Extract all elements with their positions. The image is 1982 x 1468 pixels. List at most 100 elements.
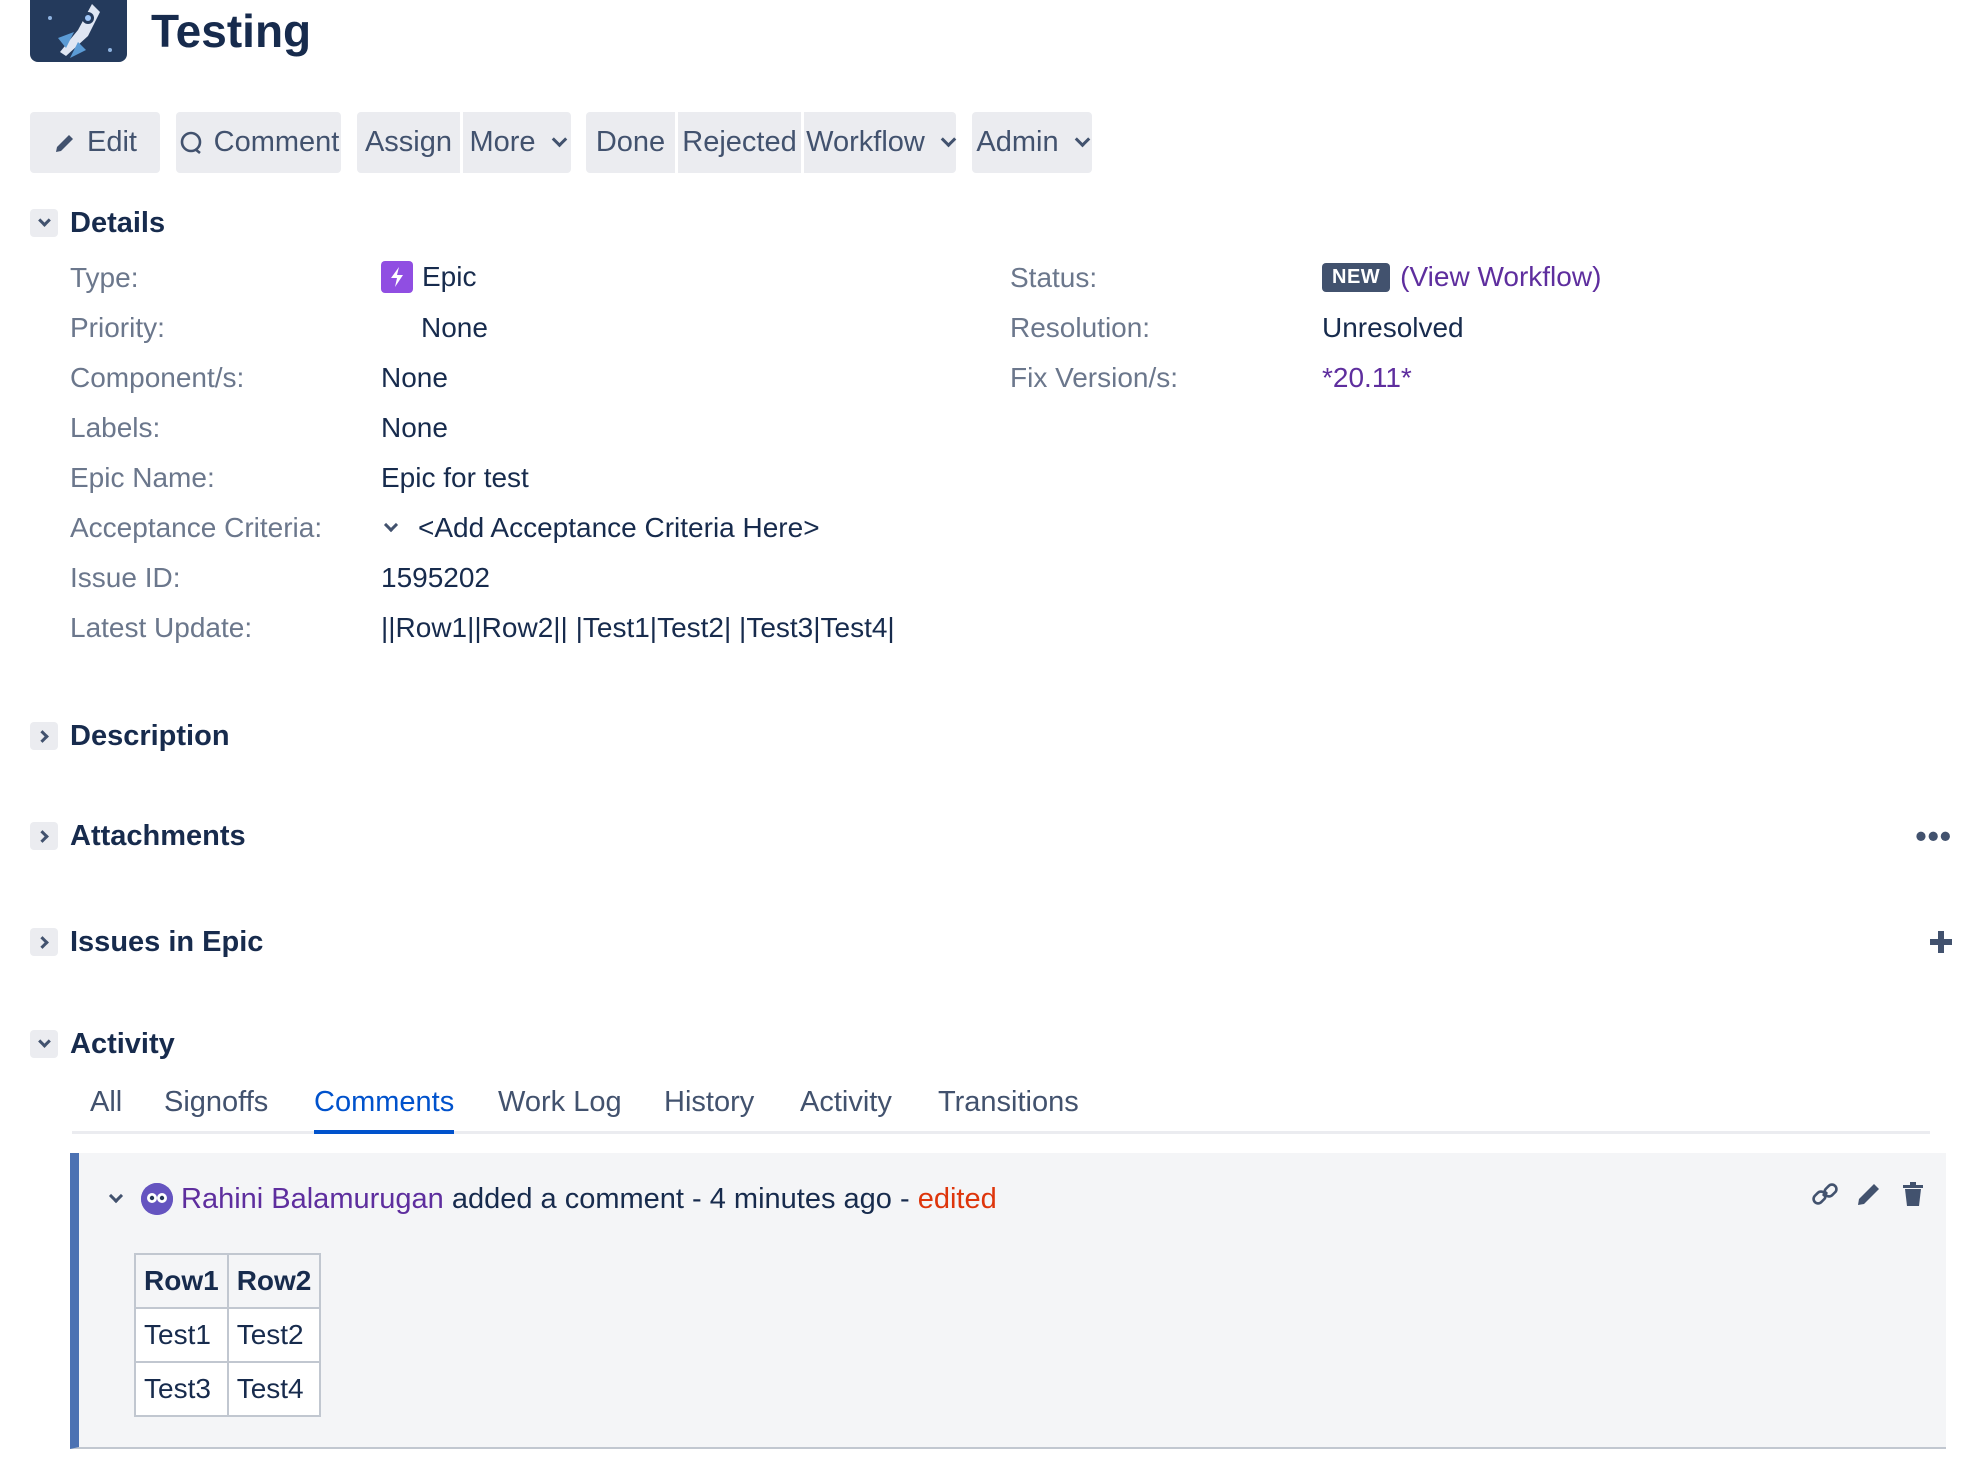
admin-dropdown[interactable]: Admin: [972, 112, 1092, 173]
components-value: None: [381, 362, 448, 393]
fix-version-link[interactable]: *20.11*: [1322, 362, 1412, 394]
view-workflow-link[interactable]: (View Workflow): [1400, 261, 1601, 293]
chevron-down-icon[interactable]: [383, 517, 399, 533]
latest-update-label: Latest Update:: [70, 612, 253, 643]
expand-toggle[interactable]: [30, 722, 58, 750]
description-title: Description: [70, 719, 230, 752]
table-cell: Test2: [226, 1307, 322, 1363]
more-dropdown[interactable]: More: [463, 112, 571, 173]
pencil-icon: [56, 134, 73, 152]
acceptance-criteria-value[interactable]: <Add Acceptance Criteria Here>: [374, 512, 820, 544]
type-value-text: Epic: [422, 261, 477, 292]
issue-id-label: Issue ID:: [70, 562, 181, 593]
expand-toggle[interactable]: [30, 928, 58, 956]
acceptance-criteria-text: <Add Acceptance Criteria Here>: [418, 512, 820, 543]
table-header-cell: Row1: [134, 1253, 229, 1309]
edit-button[interactable]: Edit: [30, 112, 160, 173]
chevron-down-icon[interactable]: [108, 1188, 124, 1204]
tab-all[interactable]: All: [90, 1080, 122, 1134]
chevron-down-icon: [37, 1035, 51, 1048]
delete-trash-icon[interactable]: [1898, 1179, 1928, 1209]
activity-title: Activity: [70, 1027, 175, 1060]
comment-button-label: Comment: [213, 126, 340, 158]
add-issue-plus-icon[interactable]: [1928, 929, 1954, 955]
edited-indicator[interactable]: edited: [918, 1183, 997, 1216]
resolution-value: Unresolved: [1322, 312, 1464, 343]
epic-name-value[interactable]: Epic for test: [381, 462, 529, 494]
labels-value[interactable]: None: [381, 412, 448, 444]
details-title: Details: [70, 206, 166, 239]
type-value: Epic: [381, 261, 476, 293]
comment-author-link[interactable]: Rahini Balamurugan: [181, 1183, 444, 1216]
table-row: Test3 Test4: [134, 1361, 322, 1417]
table-header-cell: Row2: [226, 1253, 322, 1309]
table-cell: Test1: [134, 1307, 229, 1363]
avatar[interactable]: [141, 1183, 173, 1215]
comment-block: Rahini Balamurugan added a comment - 4 m…: [70, 1153, 1946, 1449]
table-row: Test1 Test2: [134, 1307, 322, 1363]
collapse-toggle[interactable]: [30, 209, 58, 237]
epic-lightning-icon: [381, 261, 413, 293]
issues-in-epic-title: Issues in Epic: [70, 925, 264, 958]
fix-versions-label: Fix Version/s:: [1010, 362, 1179, 393]
chevron-right-icon: [35, 729, 49, 743]
tab-work-log[interactable]: Work Log: [498, 1080, 622, 1134]
more-dropdown-label: More: [469, 126, 536, 158]
tab-signoffs[interactable]: Signoffs: [164, 1080, 268, 1134]
table-cell: Test3: [134, 1361, 229, 1417]
chevron-right-icon: [35, 935, 49, 949]
status-badge: NEW: [1322, 262, 1391, 292]
permalink-icon[interactable]: [1810, 1179, 1840, 1209]
workflow-dropdown-label: Workflow: [806, 126, 925, 158]
chevron-down-icon: [940, 131, 957, 148]
tab-transitions[interactable]: Transitions: [938, 1080, 1079, 1134]
edit-comment-icon[interactable]: [1854, 1179, 1884, 1209]
activity-section-header[interactable]: Activity: [30, 1024, 175, 1064]
attachments-more-icon[interactable]: •••: [1915, 818, 1952, 855]
issue-title: Testing: [151, 5, 312, 57]
issue-id-value: 1595202: [381, 562, 491, 593]
issues-in-epic-section-header[interactable]: Issues in Epic: [30, 922, 263, 962]
priority-value: None: [421, 312, 488, 343]
edit-button-label: Edit: [87, 126, 137, 158]
components-label: Component/s:: [70, 362, 245, 393]
type-label: Type:: [70, 262, 139, 293]
assign-button-label: Assign: [364, 126, 453, 158]
admin-dropdown-label: Admin: [976, 126, 1059, 158]
tab-activity[interactable]: Activity: [800, 1080, 892, 1134]
status-label: Status:: [1010, 262, 1098, 293]
details-section-header[interactable]: Details: [30, 203, 165, 243]
comment-actions: [1810, 1179, 1928, 1209]
chevron-down-icon: [37, 214, 51, 227]
attachments-section-header[interactable]: Attachments: [30, 816, 246, 856]
rejected-button-label: Rejected: [682, 126, 797, 158]
comment-header: Rahini Balamurugan added a comment - 4 m…: [107, 1179, 997, 1219]
activity-tabs: All Signoffs Comments Work Log History A…: [72, 1080, 1930, 1134]
labels-label: Labels:: [70, 412, 161, 443]
done-button[interactable]: Done: [586, 112, 675, 173]
description-section-header[interactable]: Description: [30, 716, 230, 756]
rejected-button[interactable]: Rejected: [678, 112, 801, 173]
latest-update-value[interactable]: ||Row1||Row2|| |Test1|Test2| |Test3|Test…: [381, 612, 895, 644]
assign-button[interactable]: Assign: [357, 112, 460, 173]
tab-history[interactable]: History: [664, 1080, 754, 1134]
issue-header: Testing: [30, 0, 311, 62]
acceptance-criteria-label: Acceptance Criteria:: [70, 512, 323, 543]
comment-table: Row1 Row2 Test1 Test2 Test3 Test4: [134, 1253, 322, 1417]
done-button-label: Done: [595, 126, 666, 158]
epic-name-label: Epic Name:: [70, 462, 215, 493]
chevron-down-icon: [1074, 131, 1090, 148]
collapse-toggle[interactable]: [30, 1030, 58, 1058]
table-cell: Test4: [226, 1361, 322, 1417]
rocket-project-avatar-icon[interactable]: [30, 0, 127, 62]
comment-bubble-icon: [180, 131, 201, 154]
tab-comments[interactable]: Comments: [314, 1080, 455, 1134]
workflow-dropdown[interactable]: Workflow: [804, 112, 957, 173]
priority-label: Priority:: [70, 312, 165, 343]
comment-button[interactable]: Comment: [176, 112, 341, 173]
comment-meta: added a comment - 4 minutes ago -: [443, 1182, 918, 1215]
table-header-row: Row1 Row2: [134, 1253, 322, 1309]
attachments-title: Attachments: [70, 819, 246, 852]
expand-toggle[interactable]: [30, 822, 58, 850]
chevron-down-icon: [551, 131, 567, 148]
